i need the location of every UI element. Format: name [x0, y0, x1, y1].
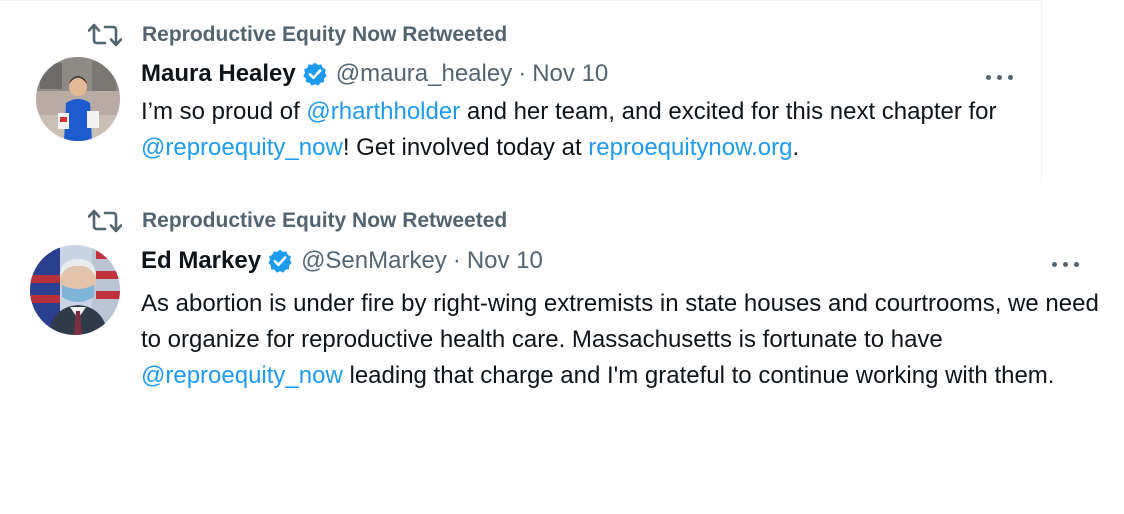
more-options-icon[interactable] [986, 71, 1013, 83]
tweet[interactable]: Reproductive Equity Now Retweeted Ed Mar… [0, 200, 1124, 440]
tweet[interactable]: Reproductive Equity Now Retweeted Maura … [0, 0, 1042, 182]
tweet-date[interactable]: Nov 10 [467, 247, 543, 275]
user-handle[interactable]: @SenMarkey [301, 247, 447, 275]
avatar[interactable] [36, 57, 120, 141]
tweet-text-segment: leading that charge and I'm grateful to … [342, 362, 1055, 389]
tweet-text-segment: . [792, 134, 800, 161]
verified-badge-icon [267, 248, 293, 274]
display-name[interactable]: Maura Healey [141, 60, 296, 88]
retweeted-by-label: Reproductive Equity Now Retweeted [142, 23, 508, 46]
avatar[interactable] [30, 245, 120, 335]
more-options-icon[interactable] [1052, 258, 1079, 270]
timeline-feed: Reproductive Equity Now Retweeted Maura … [0, 0, 1124, 514]
separator-dot: · [452, 247, 461, 274]
url-link[interactable]: reproequitynow.org [588, 134, 792, 161]
tweet-date[interactable]: Nov 10 [532, 60, 608, 88]
separator-dot: · [518, 60, 527, 87]
mention-link[interactable]: @rharthholder [306, 98, 460, 125]
retweet-context[interactable]: Reproductive Equity Now Retweeted [88, 22, 507, 48]
mention-link[interactable]: @reproequity_now [141, 362, 343, 389]
retweet-icon [88, 208, 122, 234]
retweet-context[interactable]: Reproductive Equity Now Retweeted [88, 208, 507, 234]
display-name[interactable]: Ed Markey [141, 247, 261, 275]
tweet-header: Maura Healey @maura_healey · Nov 10 [141, 60, 608, 88]
tweet-text: I’m so proud of @rharthholder and her te… [141, 94, 1021, 166]
verified-badge-icon [302, 61, 328, 87]
tweet-text-segment: ! Get involved today at [342, 134, 589, 161]
tweet-text-segment: I’m so proud of [141, 98, 307, 125]
mention-link[interactable]: @reproequity_now [141, 134, 343, 161]
user-handle[interactable]: @maura_healey [336, 60, 512, 88]
tweet-header: Ed Markey @SenMarkey · Nov 10 [141, 247, 543, 275]
retweet-icon [88, 22, 122, 48]
tweet-text-segment: As abortion is under fire by right-wing … [141, 290, 1099, 353]
retweeted-by-label: Reproductive Equity Now Retweeted [142, 209, 508, 232]
tweet-text: As abortion is under fire by right-wing … [141, 286, 1101, 394]
tweet-text-segment: and her team, and excited for this next … [460, 98, 997, 125]
